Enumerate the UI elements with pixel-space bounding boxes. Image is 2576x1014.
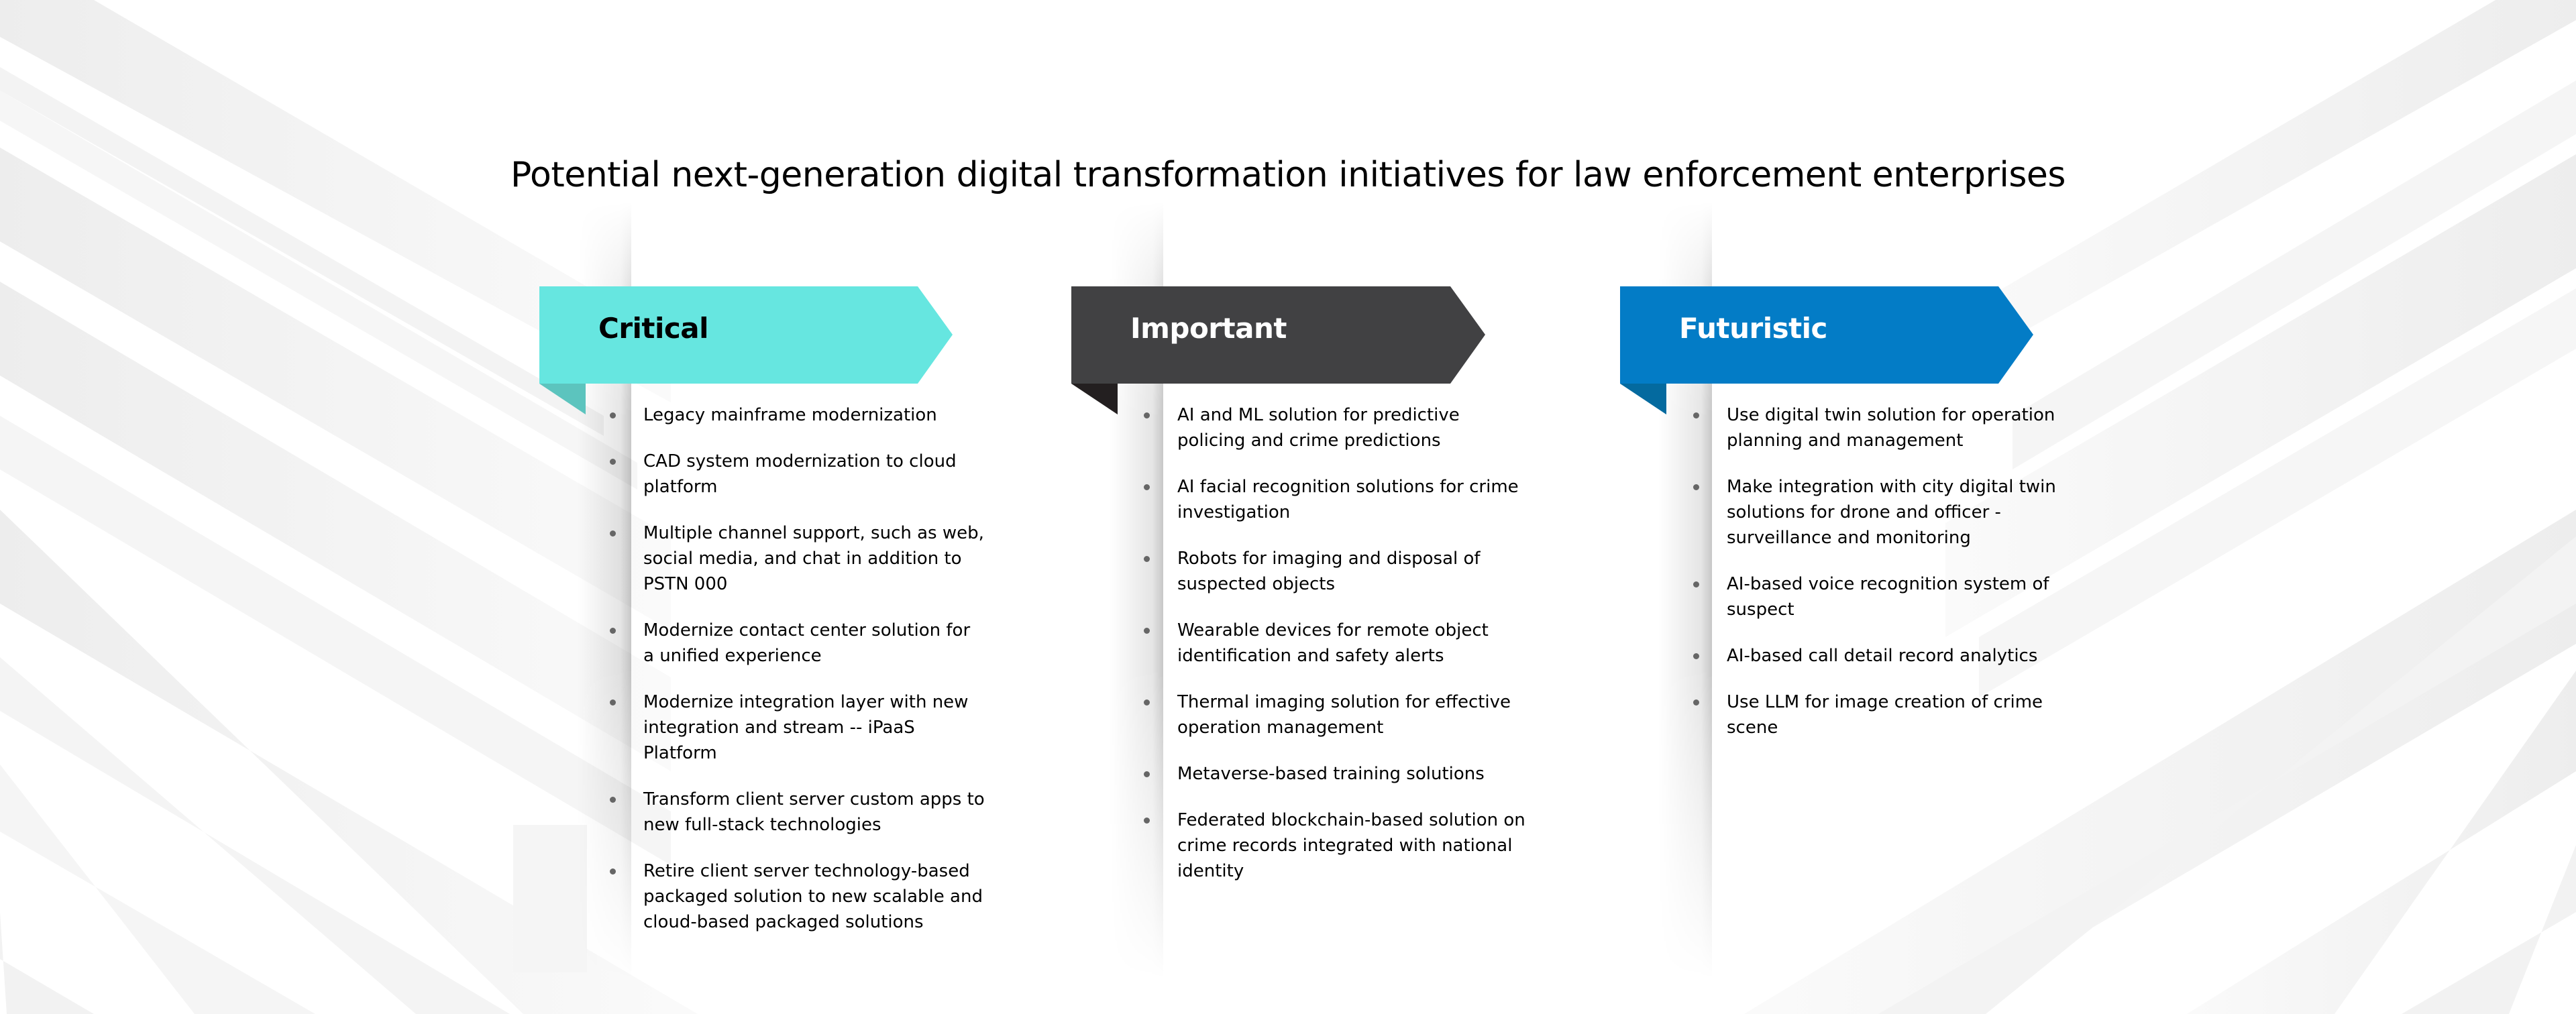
list-item: Thermal imaging solution for effective o…	[1144, 689, 1533, 740]
list-item-text: AI-based call detail record analytics	[1727, 646, 2038, 666]
ribbon-fold	[1620, 384, 1666, 414]
list-item: Wearable devices for remote object ident…	[1144, 618, 1533, 669]
list-item-text: AI facial recognition solutions for crim…	[1177, 477, 1519, 522]
bullet-icon	[1144, 818, 1150, 824]
bullet-icon	[1144, 699, 1150, 706]
bullet-icon	[1144, 556, 1150, 562]
list-item-text: Transform client server custom apps to n…	[643, 789, 985, 835]
bullet-icon	[1144, 771, 1150, 777]
initiative-list: Legacy mainframe modernization CAD system…	[610, 402, 985, 956]
bullet-icon	[610, 868, 616, 875]
bullet-icon	[610, 628, 616, 634]
list-item: AI-based voice recognition system of sus…	[1693, 571, 2069, 622]
list-item: Modernize integration layer with new int…	[610, 689, 985, 766]
bullet-icon	[1693, 653, 1699, 659]
bullet-icon	[1144, 628, 1150, 634]
list-item: CAD system modernization to cloud platfo…	[610, 449, 985, 500]
list-item-text: Wearable devices for remote object ident…	[1177, 620, 1489, 666]
list-item: Make integration with city digital twin …	[1693, 474, 2069, 551]
list-item-text: Use digital twin solution for operation …	[1727, 405, 2055, 451]
list-item: Robots for imaging and disposal of suspe…	[1144, 546, 1533, 597]
list-item: Metaverse-based training solutions	[1144, 761, 1533, 787]
ribbon-label: Critical	[598, 312, 709, 345]
list-item-text: Robots for imaging and disposal of suspe…	[1177, 549, 1481, 594]
list-item-text: Modernize contact center solution for a …	[643, 620, 971, 666]
ribbon-fold	[1071, 384, 1118, 414]
list-item: AI and ML solution for predictive polici…	[1144, 402, 1533, 453]
bullet-icon	[1144, 412, 1150, 418]
initiative-list: AI and ML solution for predictive polici…	[1144, 402, 1533, 905]
bullet-icon	[610, 412, 616, 418]
list-item-text: Metaverse-based training solutions	[1177, 764, 1485, 784]
list-item: Use LLM for image creation of crime scen…	[1693, 689, 2069, 740]
bullet-icon	[610, 699, 616, 706]
bullet-icon	[1693, 484, 1699, 490]
list-item-text: Multiple channel support, such as web, s…	[643, 523, 984, 594]
list-item-text: Use LLM for image creation of crime scen…	[1727, 692, 2043, 738]
list-item-text: Modernize integration layer with new int…	[643, 692, 969, 763]
list-item: Transform client server custom apps to n…	[610, 787, 985, 838]
list-item: Federated blockchain-based solution on c…	[1144, 807, 1533, 884]
list-item-text: AI and ML solution for predictive polici…	[1177, 405, 1460, 451]
initiative-list: Use digital twin solution for operation …	[1693, 402, 2069, 761]
list-item-text: Make integration with city digital twin …	[1727, 477, 2056, 548]
bullet-icon	[1693, 581, 1699, 587]
stripe	[0, 912, 94, 1014]
list-item: Retire client server technology-based pa…	[610, 858, 985, 935]
list-item-text: Retire client server technology-based pa…	[643, 861, 983, 932]
list-item: Modernize contact center solution for a …	[610, 618, 985, 669]
bullet-icon	[610, 797, 616, 803]
ribbon-label: Futuristic	[1679, 312, 1827, 345]
list-item: Legacy mainframe modernization	[610, 402, 985, 428]
list-item: AI-based call detail record analytics	[1693, 643, 2069, 669]
ribbon-label: Important	[1130, 312, 1287, 345]
ribbon-shape	[1071, 286, 1485, 414]
page-title: Potential next-generation digital transf…	[511, 154, 2066, 195]
list-item-text: CAD system modernization to cloud platfo…	[643, 451, 957, 497]
ribbon-shape	[1620, 286, 2033, 414]
list-item-text: Thermal imaging solution for effective o…	[1177, 692, 1511, 738]
bullet-icon	[1693, 699, 1699, 706]
bullet-icon	[610, 459, 616, 465]
list-item: Multiple channel support, such as web, s…	[610, 520, 985, 597]
ribbon-shape	[539, 286, 953, 414]
bullet-icon	[1144, 484, 1150, 490]
stripe	[513, 825, 587, 972]
list-item-text: AI-based voice recognition system of sus…	[1727, 574, 2049, 620]
list-item: Use digital twin solution for operation …	[1693, 402, 2069, 453]
list-item: AI facial recognition solutions for crim…	[1144, 474, 1533, 525]
bullet-icon	[610, 530, 616, 537]
list-item-text: Federated blockchain-based solution on c…	[1177, 810, 1525, 881]
bullet-icon	[1693, 412, 1699, 418]
ribbon-fold	[539, 384, 586, 414]
list-item-text: Legacy mainframe modernization	[643, 405, 937, 425]
